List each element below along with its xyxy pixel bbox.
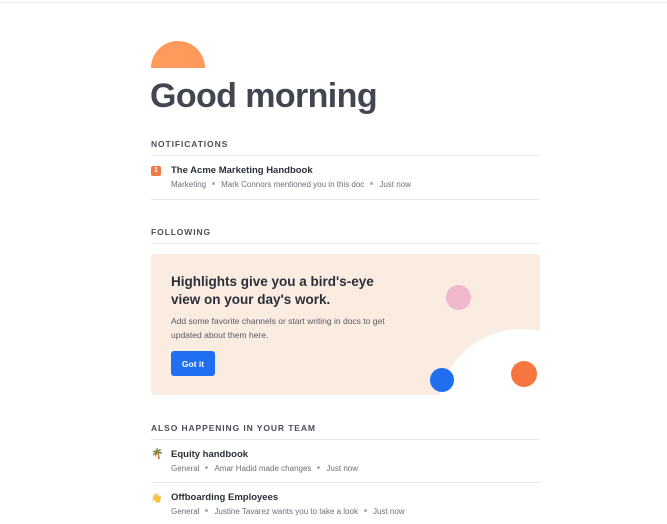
activity-meta: General Justine Tavarez wants you to take… xyxy=(171,507,405,516)
team-activity-heading: ALSO HAPPENING IN YOUR TEAM xyxy=(151,423,316,433)
orange-circle-decoration xyxy=(511,361,537,387)
team-activity-item[interactable]: 🌴 Equity handbook General Amar Hadid made… xyxy=(151,449,540,483)
notification-item[interactable]: 1 The Acme Marketing Handbook Marketing M… xyxy=(151,165,540,199)
pink-circle-decoration xyxy=(446,285,471,310)
separator-dot xyxy=(205,466,209,470)
page-title: Good morning xyxy=(150,77,378,115)
activity-title[interactable]: Offboarding Employees xyxy=(171,492,278,503)
notifications-heading: NOTIFICATIONS xyxy=(151,139,229,149)
divider xyxy=(151,243,540,244)
activity-title[interactable]: Equity handbook xyxy=(171,449,248,460)
highlights-card: Highlights give you a bird's-eye view on… xyxy=(151,254,540,395)
palm-tree-icon: 🌴 xyxy=(151,449,164,460)
sun-illustration xyxy=(151,41,205,68)
divider xyxy=(151,199,540,200)
activity-meta: General Amar Hadid made changes Just now xyxy=(171,464,358,473)
notification-activity: Mark Connors mentioned you in this doc xyxy=(221,180,365,189)
team-activity-item[interactable]: 👋 Offboarding Employees General Justine T… xyxy=(151,492,540,524)
following-heading: FOLLOWING xyxy=(151,227,212,237)
highlights-heading: Highlights give you a bird's-eye view on… xyxy=(171,274,374,307)
waving-hand-icon: 👋 xyxy=(151,493,163,503)
divider xyxy=(151,155,540,156)
activity-description: Amar Hadid made changes xyxy=(214,464,312,473)
divider xyxy=(151,482,540,483)
activity-time: Just now xyxy=(372,507,405,516)
activity-description: Justine Tavarez wants you to take a look xyxy=(214,507,358,516)
activity-channel[interactable]: General xyxy=(171,507,199,516)
activity-channel[interactable]: General xyxy=(171,464,199,473)
separator-dot xyxy=(212,182,216,186)
top-bar xyxy=(0,0,667,3)
separator-dot xyxy=(363,509,367,513)
blue-circle-decoration xyxy=(430,368,454,392)
activity-time: Just now xyxy=(326,464,358,473)
highlights-description: Add some favorite channels or start writ… xyxy=(171,316,385,340)
notification-meta: Marketing Mark Connors mentioned you in t… xyxy=(171,180,411,189)
separator-dot xyxy=(370,182,374,186)
got-it-button[interactable]: Got it xyxy=(171,351,215,376)
separator-dot xyxy=(205,509,209,513)
divider xyxy=(151,439,540,440)
separator-dot xyxy=(317,466,321,470)
notification-title[interactable]: The Acme Marketing Handbook xyxy=(171,165,313,176)
notification-count-badge: 1 xyxy=(151,166,161,176)
notification-time: Just now xyxy=(379,180,411,189)
notification-channel[interactable]: Marketing xyxy=(171,180,206,189)
